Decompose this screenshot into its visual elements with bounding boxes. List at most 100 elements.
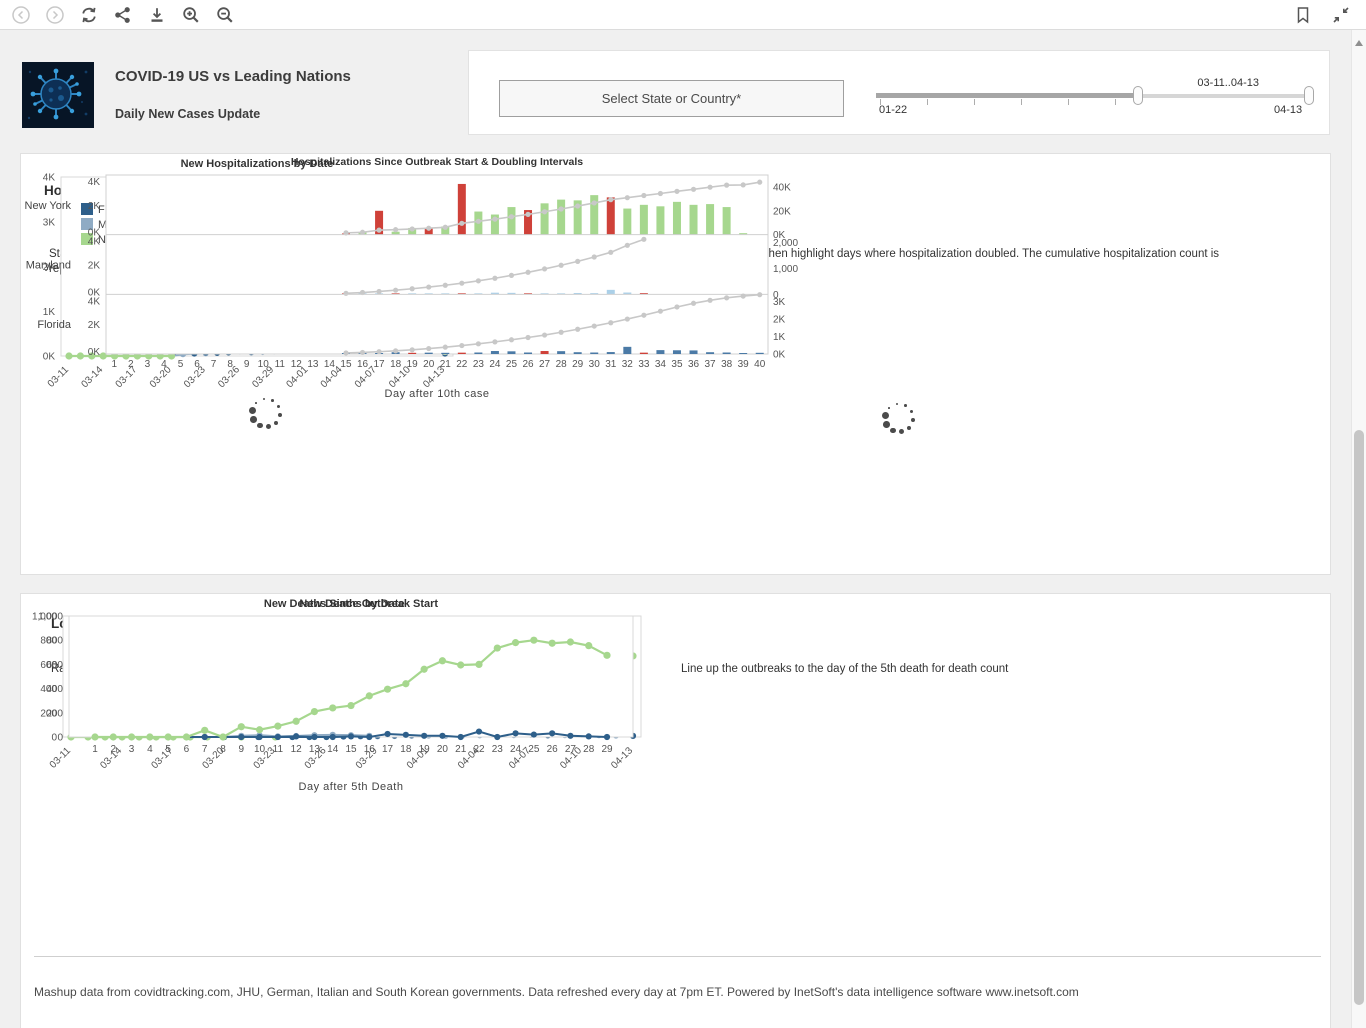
- zoom-out-button[interactable]: [214, 4, 236, 26]
- svg-text:800: 800: [46, 636, 63, 647]
- refresh-button[interactable]: [78, 4, 100, 26]
- svg-text:25: 25: [528, 744, 540, 755]
- svg-text:Day after 10th case: Day after 10th case: [385, 388, 490, 400]
- svg-text:34: 34: [655, 359, 667, 370]
- export-download-button[interactable]: [146, 4, 168, 26]
- bookmark-icon: [1293, 5, 1313, 25]
- loading-spinner: [877, 396, 921, 440]
- slider-selected-range-label: 03-11..04-13: [1197, 77, 1259, 89]
- svg-text:6: 6: [194, 359, 200, 370]
- svg-text:22: 22: [473, 744, 485, 755]
- svg-text:200: 200: [46, 708, 63, 719]
- svg-text:39: 39: [738, 359, 750, 370]
- spinner-dot: [896, 403, 898, 405]
- section2-right-note: Line up the outbreaks to the day of the …: [681, 662, 1008, 677]
- svg-text:37: 37: [705, 359, 717, 370]
- svg-text:21: 21: [455, 744, 467, 755]
- svg-text:7: 7: [202, 744, 208, 755]
- toolbar-right-group: [1292, 4, 1352, 26]
- spinner-dot: [250, 416, 257, 423]
- chart-hospitalizations-since-outbreak[interactable]: Hospitalizations Since Outbreak Start & …: [21, 154, 811, 411]
- svg-text:19: 19: [407, 359, 419, 370]
- dashboard-title: COVID-19 US vs Leading Nations: [115, 68, 351, 85]
- spinner-dot: [882, 412, 889, 419]
- svg-text:Maryland: Maryland: [26, 260, 71, 272]
- back-icon: [11, 5, 31, 25]
- svg-text:28: 28: [556, 359, 568, 370]
- svg-text:32: 32: [622, 359, 634, 370]
- svg-text:8: 8: [220, 744, 226, 755]
- hospitalization-section: How fast hospitalization is growing, how…: [20, 153, 1331, 575]
- spinner-dot: [271, 399, 274, 402]
- spinner-dot: [890, 428, 896, 434]
- chart-new-deaths-since-outbreak[interactable]: New Deaths Since Outbreak Start020040060…: [21, 594, 681, 811]
- svg-text:4K: 4K: [88, 177, 101, 188]
- svg-text:Day after 5th Death: Day after 5th Death: [299, 781, 404, 793]
- svg-text:8: 8: [227, 359, 233, 370]
- slider-min-label: 01-22: [879, 104, 907, 116]
- spinner-dot: [278, 413, 282, 417]
- select-state-country-button[interactable]: Select State or Country*: [499, 80, 844, 117]
- slider-track-selected[interactable]: [1138, 94, 1311, 98]
- zoom-in-button[interactable]: [180, 4, 202, 26]
- svg-text:20: 20: [437, 744, 449, 755]
- scroll-up-arrow[interactable]: [1355, 40, 1363, 46]
- svg-text:Hospitalizations Since Outbrea: Hospitalizations Since Outbreak Start & …: [291, 156, 583, 168]
- svg-text:17: 17: [382, 744, 394, 755]
- svg-text:New Deaths Since Outbreak Star: New Deaths Since Outbreak Start: [264, 598, 439, 610]
- vertical-scrollbar[interactable]: [1351, 30, 1366, 1028]
- spinner-dot: [910, 410, 913, 413]
- svg-text:1,000: 1,000: [38, 612, 63, 623]
- slider-track-unselected[interactable]: [876, 93, 1138, 98]
- svg-text:23: 23: [473, 359, 485, 370]
- svg-text:18: 18: [390, 359, 402, 370]
- dashboard-subtitle: Daily New Cases Update: [115, 107, 260, 121]
- svg-text:14: 14: [324, 359, 336, 370]
- spinner-dot: [907, 426, 912, 431]
- slider-tick: [927, 99, 928, 105]
- svg-text:12: 12: [291, 744, 303, 755]
- spinner-dot: [911, 418, 915, 422]
- svg-text:4: 4: [147, 744, 153, 755]
- svg-text:20: 20: [423, 359, 435, 370]
- svg-text:11: 11: [275, 359, 286, 370]
- spinner-dot: [274, 421, 279, 426]
- slider-handle-end[interactable]: [1304, 86, 1314, 105]
- footer-attribution: Mashup data from covidtracking.com, JHU,…: [34, 985, 1079, 999]
- spinner-dot: [257, 423, 263, 429]
- svg-text:18: 18: [400, 744, 412, 755]
- svg-text:10: 10: [254, 744, 266, 755]
- svg-text:23: 23: [492, 744, 504, 755]
- spinner-dot: [255, 402, 257, 404]
- scrollbar-thumb[interactable]: [1354, 430, 1364, 1005]
- refresh-icon: [79, 5, 99, 25]
- svg-text:New York: New York: [25, 200, 72, 212]
- spinner-dot: [883, 421, 890, 428]
- slider-handle-start[interactable]: [1133, 86, 1143, 105]
- spinner-dot: [904, 404, 907, 407]
- bookmark-button[interactable]: [1292, 4, 1314, 26]
- svg-text:22: 22: [456, 359, 468, 370]
- svg-text:1K: 1K: [773, 332, 786, 343]
- toolbar-left-group: [10, 4, 236, 26]
- svg-text:4K: 4K: [88, 296, 101, 307]
- spinner-dot: [277, 405, 280, 408]
- share-button[interactable]: [112, 4, 134, 26]
- svg-text:16: 16: [364, 744, 376, 755]
- back-button[interactable]: [10, 4, 32, 26]
- svg-text:11: 11: [273, 744, 284, 755]
- collapse-icon: [1331, 5, 1351, 25]
- svg-text:26: 26: [547, 744, 559, 755]
- forward-button[interactable]: [44, 4, 66, 26]
- share-icon: [113, 5, 133, 25]
- slider-tick: [1068, 99, 1069, 105]
- svg-text:5: 5: [165, 744, 171, 755]
- svg-text:2: 2: [128, 359, 134, 370]
- svg-text:2K: 2K: [773, 314, 786, 325]
- svg-text:0K: 0K: [88, 347, 101, 358]
- slider-tick: [974, 99, 975, 105]
- slider-tick: [1115, 99, 1116, 105]
- svg-text:12: 12: [291, 359, 303, 370]
- svg-text:7: 7: [211, 359, 217, 370]
- collapse-button[interactable]: [1330, 4, 1352, 26]
